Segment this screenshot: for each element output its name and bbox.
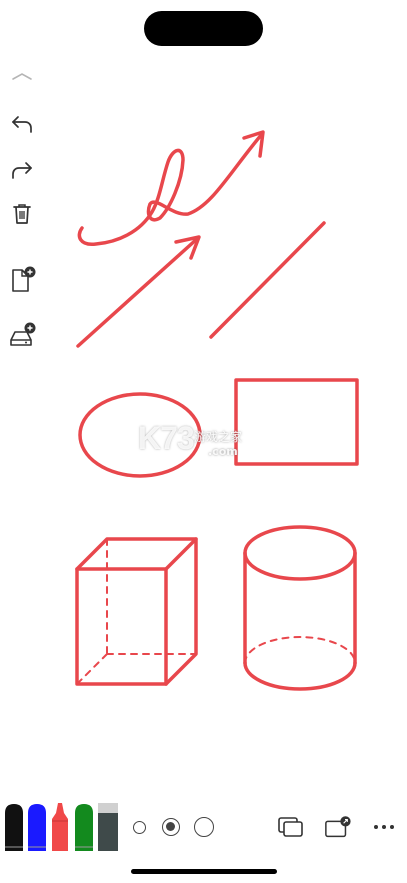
black-marker[interactable] bbox=[3, 803, 25, 851]
stroke-size-large[interactable] bbox=[194, 817, 214, 837]
share-icon[interactable] bbox=[324, 815, 352, 839]
rectangle-shape bbox=[234, 378, 359, 466]
curly-arrow-stroke bbox=[77, 132, 264, 246]
cylinder-shape bbox=[243, 525, 357, 691]
red-marker[interactable] bbox=[49, 803, 71, 851]
more-options-icon[interactable] bbox=[370, 815, 398, 839]
stroke-size-medium[interactable] bbox=[162, 818, 180, 836]
green-marker[interactable] bbox=[73, 803, 95, 851]
cube-shape bbox=[75, 537, 198, 686]
drawing-canvas[interactable] bbox=[0, 0, 407, 790]
ellipse-shape bbox=[78, 392, 202, 478]
blue-marker[interactable] bbox=[26, 803, 48, 851]
straight-line bbox=[209, 221, 326, 339]
home-indicator bbox=[131, 869, 277, 874]
eraser[interactable] bbox=[97, 803, 119, 851]
straight-arrow-stroke bbox=[76, 236, 200, 348]
bottom-toolbar bbox=[0, 795, 407, 855]
pages-icon[interactable] bbox=[277, 815, 305, 839]
selected-indicator bbox=[166, 822, 175, 831]
stroke-size-small[interactable] bbox=[133, 821, 146, 834]
